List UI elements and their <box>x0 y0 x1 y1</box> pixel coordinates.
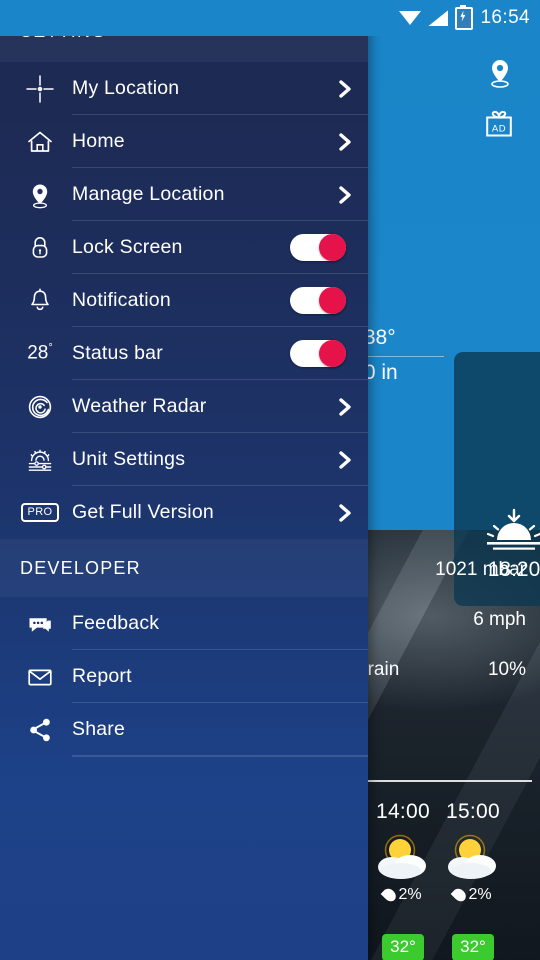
sidebar-item-status-bar[interactable]: 28° Status bar <box>0 327 368 380</box>
readout-value: 0 in <box>363 361 398 384</box>
wifi-icon <box>399 10 422 26</box>
detail-value: 6 mph <box>473 609 526 630</box>
lock-screen-toggle[interactable] <box>290 234 346 261</box>
location-pin-icon[interactable] <box>487 58 513 90</box>
sidebar-item-unit-settings[interactable]: Unit Settings <box>0 433 368 486</box>
app-screen: AD : 38° : 0 in <box>0 0 540 960</box>
hourly-cell[interactable]: 15:00 2% 32° <box>438 800 508 960</box>
pro-badge-label: PRO <box>21 503 59 522</box>
sidebar-item-label: Share <box>72 718 126 740</box>
hourly-pop-value: 2% <box>468 886 492 903</box>
temperature-28-icon: 28° <box>27 342 53 364</box>
map-pin-icon <box>8 180 72 210</box>
chevron-right-icon[interactable] <box>322 503 368 523</box>
partly-cloudy-icon <box>438 828 508 884</box>
sidebar-item-home[interactable]: Home <box>0 115 368 168</box>
envelope-icon <box>8 662 72 692</box>
water-drop-icon <box>381 886 399 904</box>
chevron-right-icon[interactable] <box>322 185 368 205</box>
hourly-forecast[interactable]: 14:00 2% 32° 15:00 2% 32° <box>368 780 540 960</box>
readout-value: 38° <box>363 326 396 349</box>
sidebar-item-label: Get Full Version <box>72 501 214 523</box>
sidebar-item-lock-screen[interactable]: Lock Screen <box>0 221 368 274</box>
water-drop-icon <box>451 886 469 904</box>
section-title: DEVELOPER <box>20 557 141 578</box>
hourly-temp-badge: 32° <box>382 934 424 960</box>
weather-readouts: : 38° : 0 in <box>352 322 472 391</box>
chevron-right-icon[interactable] <box>322 132 368 152</box>
sidebar-item-label: Manage Location <box>72 183 225 205</box>
sidebar-item-label: My Location <box>72 77 180 99</box>
hourly-time: 14:00 <box>375 800 431 823</box>
detail-value: 10% <box>487 659 526 680</box>
settings-drawer: SETTING My Location <box>0 0 368 960</box>
unit-settings-icon <box>8 445 72 475</box>
radar-icon <box>8 392 72 422</box>
bell-icon <box>8 286 72 316</box>
hourly-divider <box>368 780 532 782</box>
hourly-precipitation: 2% <box>368 886 438 904</box>
share-icon <box>8 715 72 745</box>
sidebar-item-label: Feedback <box>72 612 160 634</box>
hourly-temp-badge: 32° <box>452 934 494 960</box>
sidebar-item-label: Weather Radar <box>72 395 207 417</box>
toggle-knob <box>319 234 346 261</box>
hourly-precipitation: 2% <box>438 886 508 904</box>
crosshair-icon <box>8 74 72 104</box>
readout-row: : 38° <box>352 322 472 356</box>
detail-value: 1021 mbar <box>435 559 526 580</box>
hourly-time: 15:00 <box>445 800 501 823</box>
sidebar-item-share[interactable]: Share <box>0 703 368 756</box>
hourly-pop-value: 2% <box>398 886 422 903</box>
developer-section-header: DEVELOPER <box>0 539 368 597</box>
sidebar-item-feedback[interactable]: Feedback <box>0 597 368 650</box>
hourly-cell[interactable]: 14:00 2% 32° <box>368 800 438 960</box>
status-bar-toggle[interactable] <box>290 340 346 367</box>
signal-icon <box>428 10 449 26</box>
sidebar-item-weather-radar[interactable]: Weather Radar <box>0 380 368 433</box>
status-bar-clock: 16:54 <box>480 7 530 28</box>
battery-charging-icon <box>455 4 474 30</box>
chevron-right-icon[interactable] <box>322 79 368 99</box>
lock-icon <box>8 233 72 263</box>
sidebar-item-label: Lock Screen <box>72 236 183 258</box>
status-bar: 16:54 <box>0 0 540 36</box>
home-icon <box>8 127 72 157</box>
sidebar-item-my-location[interactable]: My Location <box>0 62 368 115</box>
chevron-right-icon[interactable] <box>322 397 368 417</box>
temp-icon-value: 28 <box>27 342 49 364</box>
sidebar-item-get-full-version[interactable]: PRO Get Full Version <box>0 486 368 539</box>
pro-badge-icon: PRO <box>8 503 72 522</box>
readout-row: : 0 in <box>352 357 472 391</box>
divider <box>72 756 368 757</box>
notification-toggle[interactable] <box>290 287 346 314</box>
ad-gift-icon[interactable]: AD <box>485 108 513 138</box>
partly-cloudy-icon <box>368 828 438 884</box>
chevron-right-icon[interactable] <box>322 450 368 470</box>
sidebar-item-label: Report <box>72 665 132 687</box>
sidebar-item-label: Status bar <box>72 342 163 364</box>
sidebar-item-notification[interactable]: Notification <box>0 274 368 327</box>
sidebar-item-report[interactable]: Report <box>0 650 368 703</box>
toggle-knob <box>319 340 346 367</box>
svg-text:AD: AD <box>492 124 506 135</box>
sidebar-item-label: Notification <box>72 289 171 311</box>
chat-bubble-icon <box>8 609 72 639</box>
toggle-knob <box>319 287 346 314</box>
sidebar-item-manage-location[interactable]: Manage Location <box>0 168 368 221</box>
sidebar-item-label: Unit Settings <box>72 448 186 470</box>
sidebar-item-label: Home <box>72 130 125 152</box>
